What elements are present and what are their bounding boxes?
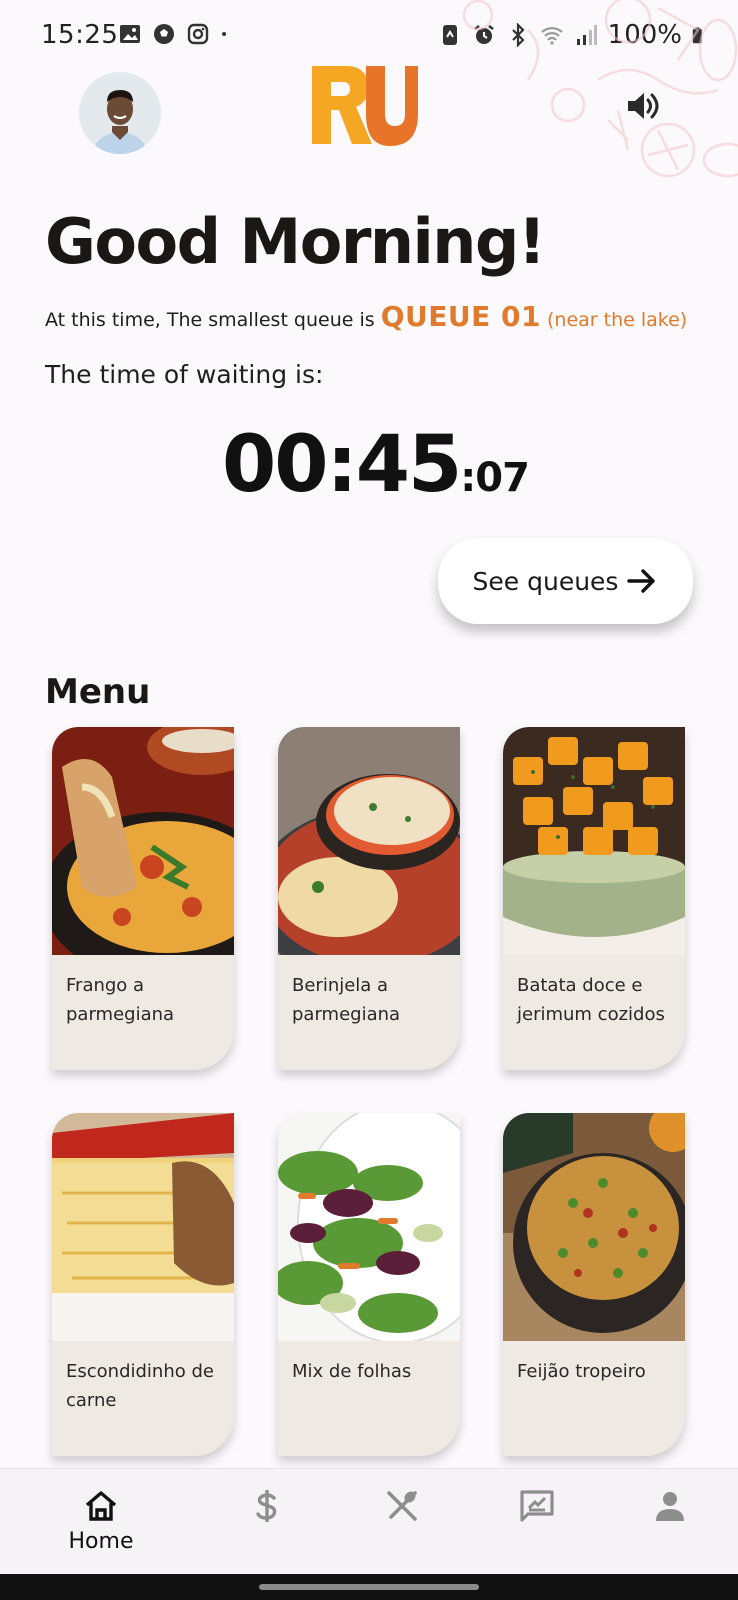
menu-item-label: Escondidinho de carne <box>66 1361 214 1411</box>
menu-item-label: Mix de folhas <box>292 1361 412 1382</box>
nav-feedback[interactable] <box>477 1469 597 1575</box>
ru-logo <box>312 66 418 146</box>
queue-prefix: At this time, The smallest queue is <box>45 309 375 331</box>
food-doodle-background <box>462 0 738 178</box>
smallest-queue-info: At this time, The smallest queue is QUEU… <box>45 300 687 333</box>
nav-payments[interactable] <box>207 1469 327 1575</box>
food-photo <box>52 727 234 955</box>
nav-home[interactable]: Home <box>41 1469 161 1575</box>
menu-item-label: Berinjela a parmegiana <box>292 975 401 1025</box>
bottom-navigation: Home <box>0 1468 738 1574</box>
nav-home-label: Home <box>68 1529 134 1554</box>
soccer-ball-icon <box>154 24 174 44</box>
status-left-icons <box>118 22 234 46</box>
wait-timer: 00:45:07 <box>222 420 530 510</box>
food-photo <box>278 1113 460 1341</box>
dollar-icon <box>256 1490 277 1522</box>
food-photo <box>503 727 685 955</box>
queue-location: (near the lake) <box>547 309 688 331</box>
gesture-handle[interactable] <box>259 1584 479 1590</box>
profile-icon <box>656 1492 684 1521</box>
queue-name: QUEUE 01 <box>380 300 541 333</box>
system-gesture-bar <box>0 1574 738 1600</box>
food-photo <box>52 1113 234 1341</box>
food-photo <box>503 1113 685 1341</box>
timer-seconds: :07 <box>460 455 530 501</box>
avatar-image <box>79 72 161 154</box>
see-queues-label: See queues <box>472 566 619 596</box>
menu-title: Menu <box>45 672 151 712</box>
food-photo <box>278 727 460 955</box>
dot-icon <box>222 31 227 37</box>
volume-icon <box>628 93 659 119</box>
wait-time-label: The time of waiting is: <box>45 360 324 389</box>
menu-item-label: Batata doce e jerimum cozidos <box>517 975 665 1025</box>
menu-item-card[interactable]: Batata doce e jerimum cozidos <box>503 727 685 1070</box>
instagram-icon <box>187 23 209 45</box>
menu-item-card[interactable]: Frango a parmegiana <box>52 727 234 1070</box>
menu-item-card[interactable]: Mix de folhas <box>278 1113 460 1456</box>
image-icon <box>120 25 140 43</box>
home-icon <box>85 1491 117 1521</box>
menu-item-card[interactable]: Berinjela a parmegiana <box>278 727 460 1070</box>
timer-minutes: 00:45 <box>222 420 462 510</box>
menu-item-label: Frango a parmegiana <box>66 975 175 1025</box>
menu-item-card[interactable]: Escondidinho de carne <box>52 1113 234 1456</box>
sound-toggle-button[interactable] <box>622 86 662 126</box>
arrow-right-icon <box>627 569 656 593</box>
see-queues-button[interactable]: See queues <box>438 538 693 624</box>
status-time: 15:25 <box>41 20 119 50</box>
menu-item-card[interactable]: Feijão tropeiro <box>503 1113 685 1456</box>
nav-profile[interactable] <box>610 1469 730 1575</box>
feedback-icon <box>520 1490 554 1522</box>
menu-item-label: Feijão tropeiro <box>517 1361 646 1382</box>
nav-menu[interactable] <box>342 1469 462 1575</box>
cutlery-icon <box>387 1491 417 1521</box>
user-avatar[interactable] <box>79 72 161 154</box>
greeting-title: Good Morning! <box>45 205 546 278</box>
